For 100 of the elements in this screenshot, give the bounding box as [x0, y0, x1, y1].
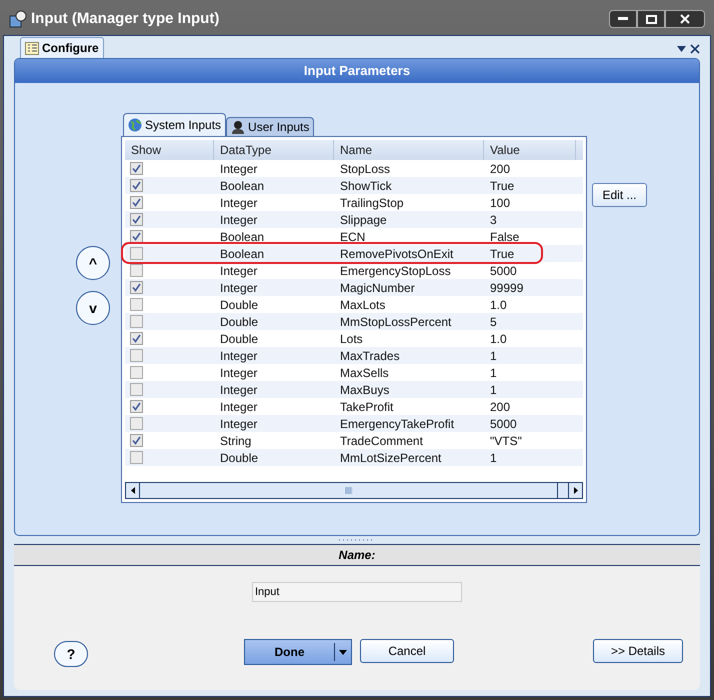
checkbox[interactable]: [130, 179, 143, 192]
table-cell-text: Integer: [220, 194, 258, 212]
table-row[interactable]: Integer EmergencyTakeProfit 5000: [125, 415, 583, 432]
table-row[interactable]: Boolean ShowTick True: [125, 177, 583, 194]
scroll-right-icon[interactable]: [574, 487, 578, 494]
table-cell-text: Slippage: [340, 212, 387, 228]
table-cell-text: Integer: [220, 416, 258, 432]
checkbox[interactable]: [130, 434, 143, 447]
close-button[interactable]: [665, 10, 705, 28]
minimize-icon: [618, 17, 628, 21]
table-row[interactable]: Integer MaxBuys 1: [125, 381, 583, 398]
grip-icon: [345, 487, 352, 494]
table-cell-text: StopLoss: [340, 160, 390, 178]
table-cell-text: 5000: [490, 416, 517, 432]
name-label: Name:: [338, 547, 376, 564]
table-cell-text: MmLotSizePercent: [340, 450, 442, 466]
table-cell-text: Double: [220, 330, 258, 348]
table-row[interactable]: Integer Slippage 3: [125, 211, 583, 228]
help-button[interactable]: ?: [54, 641, 88, 667]
table-cell-text: 1.0: [490, 330, 507, 348]
checkbox[interactable]: [130, 383, 143, 396]
cancel-button[interactable]: Cancel: [360, 639, 454, 663]
checkbox[interactable]: [130, 281, 143, 294]
maximize-button[interactable]: [637, 10, 665, 28]
configure-tab[interactable]: Configure: [20, 37, 104, 58]
table-cell-text: 5000: [490, 262, 517, 280]
window-title: Input (Manager type Input): [31, 8, 220, 29]
checkbox[interactable]: [130, 417, 143, 430]
table-cell-text: MaxSells: [340, 364, 389, 382]
checkbox[interactable]: [130, 349, 143, 362]
move-up-button[interactable]: ^: [76, 246, 110, 280]
table-row[interactable]: Integer MagicNumber 99999: [125, 279, 583, 296]
table-cell-text: MagicNumber: [340, 280, 415, 296]
table-cell-text: ShowTick: [340, 178, 392, 194]
table-cell-text: Double: [220, 314, 258, 330]
table-cell-text: Boolean: [220, 228, 264, 246]
checkbox[interactable]: [130, 451, 143, 464]
table-cell-text: TakeProfit: [340, 398, 394, 416]
checkbox[interactable]: [130, 366, 143, 379]
table-cell-text: 200: [490, 160, 510, 178]
table-row[interactable]: Integer MaxTrades 1: [125, 347, 583, 364]
close-icon: [680, 14, 690, 24]
inputs-tab[interactable]: User Inputs: [226, 117, 314, 136]
table-cell-text: MaxLots: [340, 296, 386, 314]
move-down-button[interactable]: v: [76, 291, 110, 325]
name-field[interactable]: Input: [252, 582, 462, 602]
table-cell-text: Boolean: [220, 178, 264, 194]
checkbox[interactable]: [130, 332, 143, 345]
edit-button[interactable]: Edit ...: [592, 183, 647, 207]
done-label[interactable]: Done: [245, 643, 334, 661]
table-cell-text: Boolean: [220, 246, 264, 262]
table-cell-text: 1: [490, 382, 497, 398]
table-row[interactable]: Double MmLotSizePercent 1: [125, 449, 583, 466]
globe-icon: [128, 118, 142, 132]
table-cell-text: True: [490, 178, 514, 194]
table-cell-text: False: [490, 228, 520, 246]
checkbox[interactable]: [130, 247, 143, 260]
table-cell-text: Integer: [220, 364, 258, 382]
panel-title: Input Parameters: [304, 62, 410, 80]
app-icon: [9, 10, 27, 28]
table-cell-text: 100: [490, 194, 510, 212]
table-row[interactable]: Double MmStopLossPercent 5: [125, 313, 583, 330]
close-icon[interactable]: [690, 44, 700, 54]
inputs-tab[interactable]: System Inputs: [123, 113, 226, 136]
scroll-left-icon[interactable]: [130, 487, 134, 494]
table-cell-text: 1: [490, 348, 497, 364]
table-cell-text: Double: [220, 296, 258, 314]
horizontal-scrollbar[interactable]: [125, 482, 583, 499]
table-cell-text: "VTS": [490, 432, 522, 450]
dropdown-icon[interactable]: [677, 46, 686, 52]
checkbox[interactable]: [130, 298, 143, 311]
checkbox[interactable]: [130, 162, 143, 175]
checkbox[interactable]: [130, 400, 143, 413]
table-cell-text: 3: [490, 212, 497, 228]
table-cell-text: String: [220, 432, 252, 450]
table-cell-text: RemovePivotsOnExit: [340, 246, 454, 262]
table-cell-text: 1: [490, 450, 497, 466]
table-cell-text: Lots: [340, 330, 363, 348]
details-button[interactable]: >> Details: [593, 639, 683, 663]
table-cell-text: 99999: [490, 280, 524, 296]
checkbox[interactable]: [130, 213, 143, 226]
table-cell-text: TradeComment: [340, 432, 423, 450]
table-cell-text: Integer: [220, 262, 258, 280]
table-cell-text: Integer: [220, 280, 258, 296]
table-cell-text: Integer: [220, 348, 258, 364]
dropdown-icon[interactable]: [339, 650, 347, 654]
table-cell-text: Integer: [220, 160, 258, 178]
table-cell-text: Integer: [220, 398, 258, 416]
table-cell-text: MmStopLossPercent: [340, 314, 452, 330]
checkbox[interactable]: [130, 264, 143, 277]
checkbox[interactable]: [130, 230, 143, 243]
table-cell-text: 1: [490, 364, 497, 382]
maximize-icon: [646, 14, 656, 24]
done-button[interactable]: Done: [244, 639, 352, 665]
table-cell-text: MaxBuys: [340, 382, 390, 398]
minimize-button[interactable]: [609, 10, 637, 28]
checkbox[interactable]: [130, 315, 143, 328]
checkbox[interactable]: [130, 196, 143, 209]
person-icon: [231, 120, 246, 134]
table-cell-text: EmergencyTakeProfit: [340, 416, 454, 432]
